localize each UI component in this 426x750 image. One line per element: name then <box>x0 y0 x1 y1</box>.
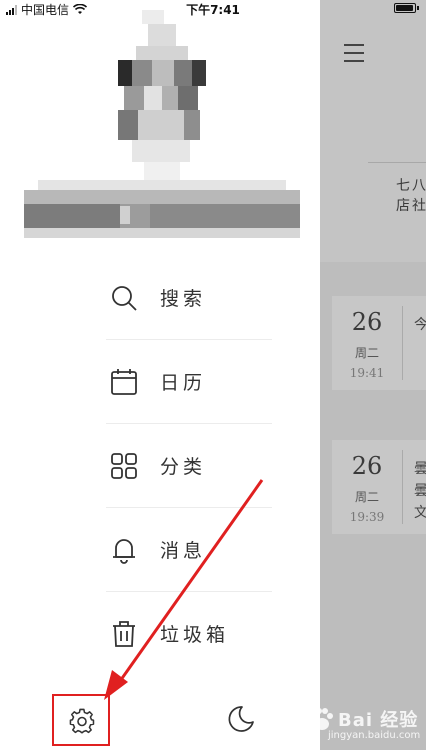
main-page-header <box>320 0 426 262</box>
bell-icon <box>113 539 135 564</box>
watermark-brand: Bai 经验 <box>338 710 419 731</box>
header-divider <box>368 162 426 163</box>
drawer-menu: 搜索 日历 分类 消息 垃圾箱 <box>106 256 272 676</box>
menu-label: 分类 <box>160 456 207 478</box>
entry-weekday: 周二 <box>354 346 379 360</box>
entry-snippet: 今 <box>414 317 426 333</box>
diary-entry-card[interactable]: 26 周二 19:39 曇曇文 <box>332 440 426 534</box>
battery-icon <box>394 3 419 13</box>
entry-day: 26 <box>351 308 383 336</box>
menu-item-calendar[interactable]: 日历 <box>106 340 272 424</box>
menu-label: 垃圾箱 <box>160 624 230 646</box>
entry-time: 19:41 <box>349 366 385 380</box>
main-page-overlay[interactable]: 七八 店社 26 周二 19:41 今 26 周二 19:39 曇曇文 <box>320 0 426 750</box>
grid-icon <box>111 453 137 479</box>
menu-label: 日历 <box>160 372 207 394</box>
entry-time: 19:39 <box>349 510 385 524</box>
gear-icon <box>69 708 95 734</box>
menu-item-search[interactable]: 搜索 <box>106 256 272 340</box>
menu-label: 搜索 <box>160 288 207 310</box>
entry-day: 26 <box>351 452 383 480</box>
moon-icon[interactable] <box>226 704 256 734</box>
header-snippet: 七八 店社 <box>396 178 426 214</box>
username <box>24 180 300 238</box>
hamburger-menu-icon[interactable] <box>344 44 364 62</box>
side-drawer: 搜索 日历 分类 消息 垃圾箱 <box>0 0 320 750</box>
diary-entry-card[interactable]: 26 周二 19:41 今 <box>332 296 426 390</box>
entry-divider <box>402 450 403 524</box>
status-bar: 中国电信 下午7:41 <box>0 0 426 18</box>
entry-weekday: 周二 <box>354 490 379 504</box>
calendar-icon <box>111 369 137 395</box>
clock: 下午7:41 <box>186 3 240 17</box>
search-icon <box>112 286 137 311</box>
entry-snippet: 曇曇文 <box>414 461 426 521</box>
menu-item-messages[interactable]: 消息 <box>106 508 272 592</box>
watermark-url: jingyan.baidu.com <box>328 730 421 741</box>
menu-item-trash[interactable]: 垃圾箱 <box>106 592 272 676</box>
trash-icon <box>113 621 135 647</box>
entry-divider <box>402 306 403 380</box>
avatar[interactable] <box>118 10 206 180</box>
watermark: Bai 经验 jingyan.baidu.com <box>306 704 422 744</box>
menu-label: 消息 <box>160 540 207 562</box>
menu-item-categories[interactable]: 分类 <box>106 424 272 508</box>
settings-button[interactable] <box>52 694 110 746</box>
